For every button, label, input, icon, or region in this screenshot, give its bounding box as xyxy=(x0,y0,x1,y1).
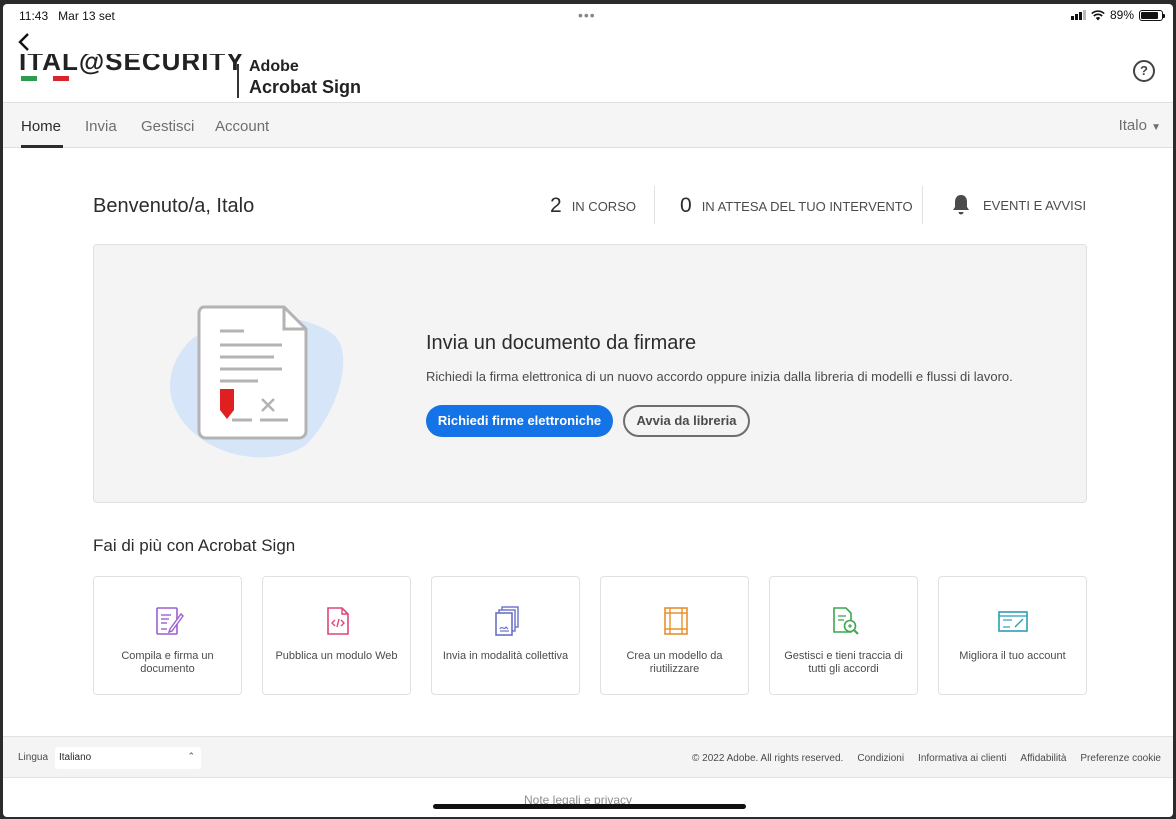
nav-account[interactable]: Account xyxy=(215,118,269,135)
document-signature-illustration xyxy=(169,305,344,458)
send-document-card: Invia un documento da firmare Richiedi l… xyxy=(93,244,1087,503)
battery-icon xyxy=(1139,9,1165,21)
events-link[interactable]: EVENTI E AVVISI xyxy=(951,194,1086,216)
adobe-wordmark: Adobe xyxy=(249,58,299,75)
footer-link-cookie-preferences[interactable]: Preferenze cookie xyxy=(1080,753,1161,764)
template-icon xyxy=(664,607,688,635)
tile-web-form[interactable]: Pubblica un modulo Web xyxy=(262,576,411,695)
start-from-library-button[interactable]: Avvia da libreria xyxy=(623,405,750,437)
nav-invia[interactable]: Invia xyxy=(85,118,117,135)
in-progress-stat[interactable]: 2 IN CORSO xyxy=(550,194,636,218)
nav-gestisci[interactable]: Gestisci xyxy=(141,118,194,135)
language-value: Italiano xyxy=(59,752,92,763)
hero-title: Invia un documento da firmare xyxy=(426,332,697,354)
tile-manage-track[interactable]: Gestisci e tieni traccia di tutti gli ac… xyxy=(769,576,918,695)
events-label: EVENTI E AVVISI xyxy=(983,197,1087,213)
italian-flag-icon xyxy=(21,76,69,81)
mega-sign-icon xyxy=(495,606,519,636)
tile-label: Migliora il tuo account xyxy=(959,650,1066,662)
tile-label: Pubblica un modulo Web xyxy=(275,650,398,662)
tile-upgrade-account[interactable]: Migliora il tuo account xyxy=(938,576,1087,695)
back-chevron-icon[interactable] xyxy=(17,32,39,54)
upgrade-account-icon xyxy=(998,611,1028,632)
logo: ITAL@SECURITY Adobe Acrobat Sign xyxy=(17,54,377,102)
signal-icon xyxy=(1070,10,1086,20)
welcome-heading: Benvenuto/a, Italo xyxy=(93,195,255,217)
footer: Lingua Italiano ⌃ © 2022 Adobe. All righ… xyxy=(3,736,1173,778)
nav-active-underline xyxy=(21,145,63,148)
waiting-label: IN ATTESA DEL TUO INTERVENTO xyxy=(701,198,913,214)
user-menu[interactable]: Italo ▼ xyxy=(1119,117,1161,134)
language-select[interactable]: Italiano ⌃ xyxy=(55,747,201,769)
request-signatures-button[interactable]: Richiedi firme elettroniche xyxy=(426,405,613,437)
help-icon[interactable]: ? xyxy=(1133,60,1155,82)
logo-divider xyxy=(237,64,239,98)
stat-divider xyxy=(654,186,655,224)
home-indicator[interactable] xyxy=(433,804,746,809)
footer-link-trust[interactable]: Affidabilità xyxy=(1020,753,1066,764)
select-chevron-icon: ⌃ xyxy=(187,751,195,761)
in-progress-label: IN CORSO xyxy=(571,198,636,214)
italsecurity-logo: ITAL@SECURITY xyxy=(19,54,245,76)
footer-link-customer-notice[interactable]: Informativa ai clienti xyxy=(918,753,1006,764)
ipad-screen: 11:43 Mar 13 set ••• 89% ITAL@SECURITY A… xyxy=(3,4,1173,817)
copyright: © 2022 Adobe. All rights reserved. xyxy=(691,753,844,764)
web-form-icon xyxy=(327,607,349,635)
fill-sign-icon xyxy=(156,607,184,635)
footer-links: © 2022 Adobe. All rights reserved. Condi… xyxy=(692,753,1161,764)
waiting-stat[interactable]: 0 IN ATTESA DEL TUO INTERVENTO xyxy=(680,194,913,218)
tile-label: Compila e firma un documento xyxy=(121,650,214,675)
hero-description: Richiedi la firma elettronica di un nuov… xyxy=(426,369,1013,384)
multitasking-dots-icon[interactable]: ••• xyxy=(578,7,596,23)
acrobat-sign-wordmark: Acrobat Sign xyxy=(249,77,362,97)
stat-divider xyxy=(922,186,923,224)
tile-label: Crea un modello da riutilizzare xyxy=(626,650,723,675)
wifi-icon xyxy=(1091,9,1105,20)
status-right: 89% xyxy=(1070,8,1165,22)
chevron-down-icon: ▼ xyxy=(1151,122,1161,133)
footer-link-conditions[interactable]: Condizioni xyxy=(857,753,904,764)
nav-home[interactable]: Home xyxy=(21,118,61,135)
battery-percent: 89% xyxy=(1109,8,1134,22)
more-section-title: Fai di più con Acrobat Sign xyxy=(93,536,296,555)
status-time: 11:43 Mar 13 set xyxy=(19,9,115,23)
language-label: Lingua xyxy=(18,752,49,763)
tile-label: Gestisci e tieni traccia di tutti gli ac… xyxy=(784,650,903,675)
manage-track-icon xyxy=(833,607,859,635)
tile-fill-sign[interactable]: Compila e firma un documento xyxy=(93,576,242,695)
waiting-count: 0 xyxy=(680,194,692,217)
bell-icon xyxy=(953,195,969,215)
tile-label: Invia in modalità collettiva xyxy=(442,650,569,662)
top-nav: Home Invia Gestisci Account Italo ▼ xyxy=(3,102,1173,148)
tile-mega-sign[interactable]: Invia in modalità collettiva xyxy=(431,576,580,695)
tile-template[interactable]: Crea un modello da riutilizzare xyxy=(600,576,749,695)
in-progress-count: 2 xyxy=(550,194,562,217)
status-bar: 11:43 Mar 13 set ••• 89% xyxy=(3,4,1173,26)
